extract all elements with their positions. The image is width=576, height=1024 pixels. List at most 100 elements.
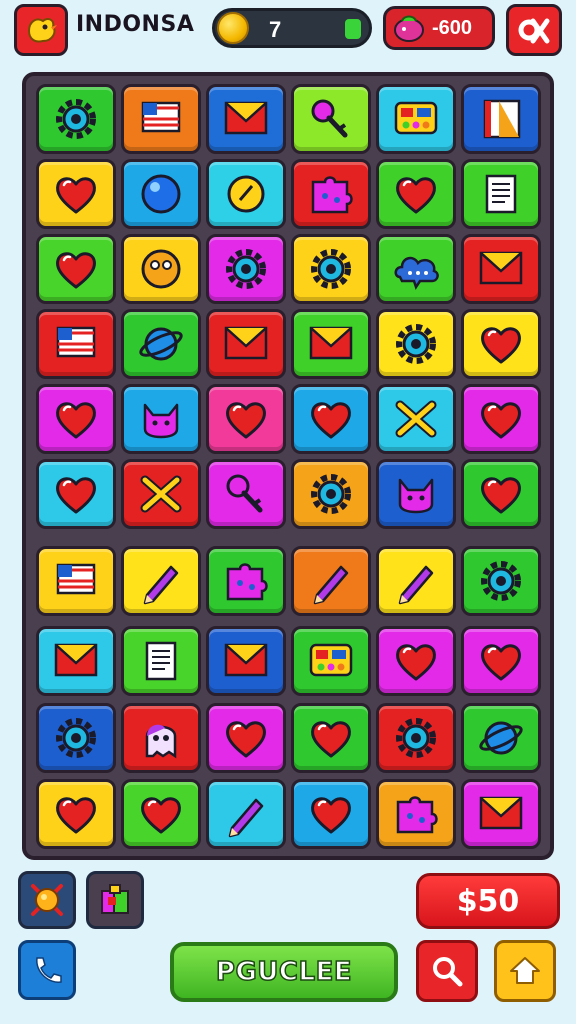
- board-tile-heart[interactable]: [36, 234, 116, 304]
- heart-icon: [396, 177, 436, 214]
- fruit-icon: [394, 15, 424, 42]
- board-tile-heart[interactable]: [291, 779, 371, 849]
- palette-icon: [309, 643, 353, 677]
- board-tile-envelope[interactable]: [206, 309, 286, 379]
- board-tile-flag[interactable]: [36, 309, 116, 379]
- board-tile-gear[interactable]: [376, 703, 456, 773]
- board-tile-envelope[interactable]: [206, 626, 286, 696]
- envelope-icon: [54, 643, 98, 677]
- heart-icon: [481, 402, 521, 439]
- board-tile-gear[interactable]: [376, 309, 456, 379]
- board-tile-heart[interactable]: [461, 309, 541, 379]
- board-tile-puzzle[interactable]: [291, 159, 371, 229]
- board-tile-face[interactable]: [121, 234, 201, 304]
- heart-icon: [481, 477, 521, 514]
- board-tile-heart[interactable]: [36, 384, 116, 454]
- board-tile-heart[interactable]: [36, 779, 116, 849]
- board-tile-ball[interactable]: [121, 159, 201, 229]
- board-tile-envelope[interactable]: [461, 779, 541, 849]
- board-tile-flag-stripe[interactable]: [461, 84, 541, 154]
- cross-icon: [395, 400, 437, 438]
- close-icon: [518, 18, 550, 44]
- board-tile-pencil[interactable]: [376, 546, 456, 616]
- board-tile-gear[interactable]: [291, 234, 371, 304]
- board-tile-flag[interactable]: [121, 84, 201, 154]
- puzzle-piece-button[interactable]: [86, 871, 144, 929]
- board-tile-cat[interactable]: [376, 459, 456, 529]
- board-tile-pencil[interactable]: [291, 546, 371, 616]
- board-tile-heart[interactable]: [291, 384, 371, 454]
- board-tile-puzzle[interactable]: [376, 779, 456, 849]
- board-tile-palette[interactable]: [291, 626, 371, 696]
- board-tile-pencil[interactable]: [206, 779, 286, 849]
- board-tile-cross[interactable]: [121, 459, 201, 529]
- bomb-button[interactable]: [18, 871, 76, 929]
- envelope-icon: [224, 643, 268, 677]
- cat-icon: [143, 403, 179, 439]
- phone-button[interactable]: [18, 940, 76, 1000]
- board-tile-heart[interactable]: [376, 626, 456, 696]
- gear-icon: [481, 561, 521, 601]
- board-tile-gear[interactable]: [36, 703, 116, 773]
- palette-icon: [394, 101, 438, 135]
- close-button[interactable]: [506, 4, 562, 56]
- board-tile-cross[interactable]: [376, 384, 456, 454]
- board-tile-heart[interactable]: [376, 159, 456, 229]
- board-tile-heart[interactable]: [206, 384, 286, 454]
- ball-icon: [141, 174, 181, 214]
- board-tile-heart[interactable]: [36, 459, 116, 529]
- home-icon: [510, 957, 540, 984]
- heart-icon: [56, 177, 96, 214]
- board-tile-heart[interactable]: [206, 703, 286, 773]
- board-tile-gear[interactable]: [36, 84, 116, 154]
- coin-counter: 7: [212, 8, 372, 48]
- heart-icon: [226, 402, 266, 439]
- board-tile-document[interactable]: [121, 626, 201, 696]
- coin-icon: [217, 12, 249, 44]
- board-tile-key[interactable]: [206, 459, 286, 529]
- cash-counter[interactable]: -600: [383, 6, 495, 50]
- board-tile-heart[interactable]: [291, 703, 371, 773]
- board-tile-puzzle[interactable]: [206, 546, 286, 616]
- board-tile-palette[interactable]: [376, 84, 456, 154]
- board-tile-envelope[interactable]: [36, 626, 116, 696]
- price-button[interactable]: $50: [416, 873, 560, 929]
- board-tile-coin[interactable]: [206, 159, 286, 229]
- board-tile-document[interactable]: [461, 159, 541, 229]
- board-tile-gear[interactable]: [291, 459, 371, 529]
- board-tile-planet[interactable]: [461, 703, 541, 773]
- search-button[interactable]: [416, 940, 478, 1002]
- board-tile-envelope[interactable]: [206, 84, 286, 154]
- board-tile-envelope[interactable]: [291, 309, 371, 379]
- flag-icon: [56, 563, 96, 595]
- logo-button[interactable]: [14, 4, 68, 56]
- home-button[interactable]: [494, 940, 556, 1002]
- heart-icon: [311, 797, 351, 834]
- search-icon: [433, 957, 463, 987]
- board-tile-gear[interactable]: [206, 234, 286, 304]
- gear-icon: [311, 474, 351, 514]
- board-tile-planet[interactable]: [121, 309, 201, 379]
- board-tile-cloud[interactable]: [376, 234, 456, 304]
- heart-icon: [141, 797, 181, 834]
- bomb-icon: [31, 884, 63, 916]
- board-tile-heart[interactable]: [461, 626, 541, 696]
- board-tile-heart[interactable]: [461, 384, 541, 454]
- board-tile-key[interactable]: [291, 84, 371, 154]
- board-tile-heart[interactable]: [121, 779, 201, 849]
- pencil-icon: [143, 565, 179, 605]
- play-button[interactable]: PGUCLEE: [170, 942, 398, 1002]
- board-tile-cat[interactable]: [121, 384, 201, 454]
- board-tile-heart[interactable]: [36, 159, 116, 229]
- board-tile-heart[interactable]: [461, 459, 541, 529]
- board-tile-ghost[interactable]: [121, 703, 201, 773]
- board-tile-envelope[interactable]: [461, 234, 541, 304]
- board-tile-flag[interactable]: [36, 546, 116, 616]
- board-tile-gear[interactable]: [461, 546, 541, 616]
- cat-icon: [398, 478, 434, 514]
- flag-icon: [141, 101, 181, 133]
- document-icon: [145, 641, 177, 681]
- board-tile-pencil[interactable]: [121, 546, 201, 616]
- heart-icon: [311, 402, 351, 439]
- pencil-icon: [228, 798, 264, 838]
